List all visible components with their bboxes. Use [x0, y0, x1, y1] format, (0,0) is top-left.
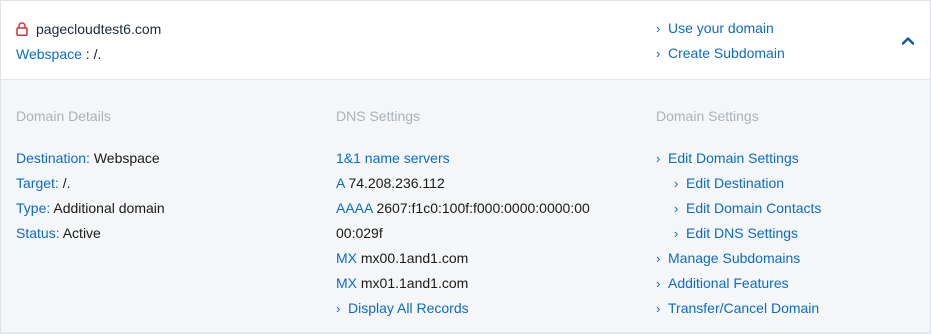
chevron-right-icon: ›	[656, 301, 661, 316]
chevron-right-icon: ›	[656, 46, 661, 61]
mx-record-value: mx00.1and1.com	[357, 250, 469, 266]
a-record-label[interactable]: A	[336, 175, 345, 191]
transfer-cancel-domain-label: Transfer/Cancel Domain	[668, 300, 820, 316]
dns-mx-record: MX mx00.1and1.com	[336, 246, 590, 271]
use-your-domain-label: Use your domain	[668, 20, 774, 36]
edit-dns-settings-label: Edit DNS Settings	[686, 225, 799, 241]
detail-row-status: Status: Active	[16, 221, 165, 246]
destination-value: Webspace	[89, 150, 160, 166]
chevron-right-icon: ›	[656, 21, 661, 36]
name-servers-link[interactable]: 1&1 name servers	[336, 146, 590, 171]
mx-record-value: mx01.1and1.com	[357, 275, 469, 291]
edit-domain-settings-label: Edit Domain Settings	[668, 150, 799, 166]
status-value: Active	[59, 225, 101, 241]
create-subdomain-link[interactable]: › Create Subdomain	[656, 42, 785, 67]
status-label[interactable]: Status:	[16, 225, 60, 241]
domain-settings-column: Domain Settings › Edit Domain Settings › E…	[656, 106, 821, 321]
webspace-line: Webspace : /.	[16, 44, 101, 64]
additional-features-link[interactable]: › Additional Features	[656, 271, 821, 296]
aaaa-record-value: 2607:f1c0:100f:f000:0000:0000:00	[372, 200, 590, 216]
detail-row-type: Type: Additional domain	[16, 196, 165, 221]
mx-record-label[interactable]: MX	[336, 275, 357, 291]
domain-settings-title: Domain Settings	[656, 108, 759, 124]
aaaa-record-label[interactable]: AAAA	[336, 200, 373, 216]
lock-icon	[16, 22, 28, 37]
domain-name: pagecloudtest6.com	[36, 21, 162, 37]
use-your-domain-link[interactable]: › Use your domain	[656, 17, 785, 42]
manage-subdomains-link[interactable]: › Manage Subdomains	[656, 246, 821, 271]
additional-features-label: Additional Features	[668, 275, 789, 291]
chevron-right-icon: ›	[336, 301, 341, 316]
dns-aaaa-record-continued: 00:029f	[336, 225, 383, 241]
domain-title-line: pagecloudtest6.com	[16, 19, 161, 39]
dns-mx-record: MX mx01.1and1.com	[336, 271, 590, 296]
domain-panel: pagecloudtest6.com Webspace : /. › Use yo…	[0, 0, 931, 334]
display-all-records-label: Display All Records	[348, 300, 469, 316]
header-links: › Use your domain › Create Subdomain	[656, 17, 785, 67]
display-all-records-link[interactable]: › Display All Records	[336, 296, 590, 321]
detail-row-target: Target: /.	[16, 171, 165, 196]
dns-settings-column: DNS Settings 1&1 name servers A 74.208.2…	[336, 106, 590, 321]
dns-a-record: A 74.208.236.112	[336, 171, 590, 196]
edit-domain-contacts-link[interactable]: › Edit Domain Contacts	[656, 196, 821, 221]
chevron-right-icon: ›	[674, 201, 679, 216]
a-record-value: 74.208.236.112	[344, 175, 445, 191]
webspace-separator: :	[81, 46, 94, 62]
chevron-right-icon: ›	[656, 151, 661, 166]
edit-domain-contacts-label: Edit Domain Contacts	[686, 200, 822, 216]
domain-body: Domain Details Destination: Webspace Tar…	[1, 80, 930, 334]
transfer-cancel-domain-link[interactable]: › Transfer/Cancel Domain	[656, 296, 821, 321]
edit-dns-settings-link[interactable]: › Edit DNS Settings	[656, 221, 821, 246]
destination-label[interactable]: Destination:	[16, 150, 90, 166]
webspace-value: /.	[93, 46, 102, 62]
type-value: Additional domain	[50, 200, 165, 216]
webspace-link[interactable]: Webspace	[16, 46, 82, 62]
domain-details-column: Domain Details Destination: Webspace Tar…	[16, 106, 165, 246]
mx-record-label[interactable]: MX	[336, 250, 357, 266]
create-subdomain-label: Create Subdomain	[668, 45, 785, 61]
chevron-right-icon: ›	[656, 276, 661, 291]
collapse-button[interactable]	[900, 33, 916, 49]
type-label[interactable]: Type:	[16, 200, 50, 216]
target-label[interactable]: Target:	[16, 175, 59, 191]
dns-settings-title: DNS Settings	[336, 108, 421, 124]
edit-destination-label: Edit Destination	[686, 175, 785, 191]
manage-subdomains-label: Manage Subdomains	[668, 250, 801, 266]
chevron-right-icon: ›	[674, 176, 679, 191]
edit-destination-link[interactable]: › Edit Destination	[656, 171, 821, 196]
edit-domain-settings-link[interactable]: › Edit Domain Settings	[656, 146, 821, 171]
domain-details-title: Domain Details	[16, 108, 111, 124]
chevron-right-icon: ›	[656, 251, 661, 266]
target-value: /.	[58, 175, 71, 191]
chevron-up-icon	[901, 37, 915, 45]
dns-aaaa-record: AAAA 2607:f1c0:100f:f000:0000:0000:00	[336, 196, 590, 221]
detail-row-destination: Destination: Webspace	[16, 146, 165, 171]
chevron-right-icon: ›	[674, 226, 679, 241]
domain-header: pagecloudtest6.com Webspace : /. › Use yo…	[1, 1, 930, 80]
